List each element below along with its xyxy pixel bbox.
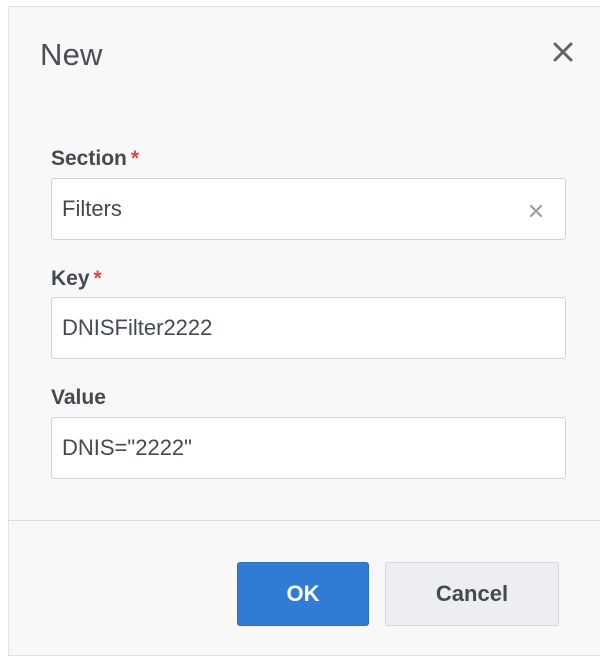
value-input[interactable]: DNIS="2222" [51, 417, 566, 479]
value-value: DNIS="2222" [62, 435, 192, 460]
clear-icon [529, 204, 543, 218]
value-label: Value [51, 386, 106, 410]
section-label-text: Section [51, 147, 127, 170]
section-field[interactable]: Filters [51, 178, 566, 240]
dialog-title: New [40, 37, 103, 72]
new-dialog: New Section * Filters Key * DNISFilter2222… [8, 6, 600, 656]
cancel-button[interactable]: Cancel [385, 562, 559, 626]
key-label: Key * [51, 267, 102, 291]
key-input[interactable]: DNISFilter2222 [51, 297, 566, 359]
section-label: Section * [51, 147, 139, 171]
value-label-text: Value [51, 386, 106, 409]
key-value: DNISFilter2222 [62, 315, 213, 340]
close-button[interactable] [550, 39, 576, 65]
key-required-marker: * [93, 267, 102, 290]
close-icon [553, 42, 573, 62]
section-value: Filters [62, 196, 122, 221]
key-label-text: Key [51, 267, 90, 290]
footer-divider [9, 520, 600, 521]
clear-section-button[interactable] [527, 200, 545, 218]
ok-button[interactable]: OK [237, 562, 369, 626]
section-required-marker: * [130, 147, 140, 170]
